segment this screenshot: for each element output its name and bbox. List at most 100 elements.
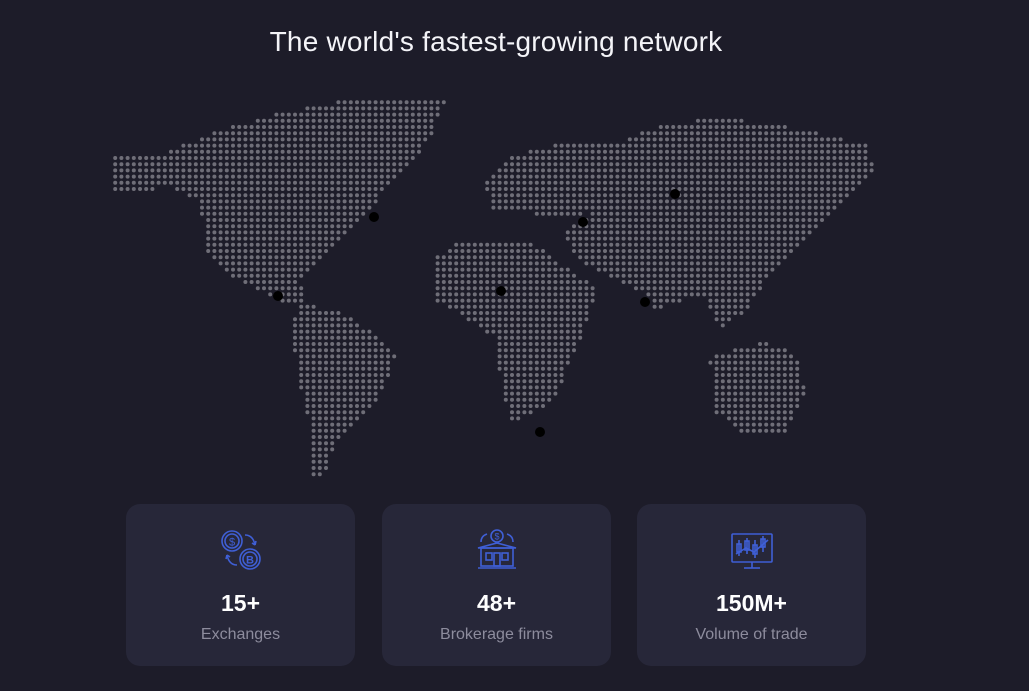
map-dot [249, 131, 254, 136]
map-dot [714, 162, 719, 167]
map-dot [379, 180, 384, 185]
map-dot [262, 180, 266, 185]
map-dot [547, 354, 552, 359]
map-dot [683, 180, 688, 185]
map-dot [708, 187, 713, 191]
map-dot [218, 218, 223, 222]
map-dot [671, 224, 676, 229]
map-dot [702, 168, 707, 173]
map-dot [677, 249, 682, 253]
map-dot [727, 311, 731, 315]
map-dot [584, 205, 589, 210]
map-dot [293, 261, 297, 266]
map-dot [745, 162, 750, 167]
map-dot [361, 379, 366, 384]
map-dot [286, 168, 291, 173]
map-dot [534, 342, 539, 346]
map-dot [386, 366, 390, 371]
map-dot [497, 323, 502, 328]
location-marker [273, 291, 283, 301]
map-dot [534, 348, 539, 353]
map-dot [764, 149, 769, 154]
map-dot [677, 143, 682, 148]
map-dot [342, 317, 347, 322]
map-dot [627, 162, 632, 167]
map-dot [485, 292, 490, 297]
map-dot [652, 168, 657, 173]
map-dot [708, 205, 713, 210]
map-dot [807, 187, 812, 191]
map-dot [317, 472, 322, 477]
map-dot [733, 286, 738, 291]
map-dot [621, 255, 626, 260]
map-dot [200, 162, 204, 167]
map-dot [534, 273, 539, 278]
map-dot [262, 224, 266, 229]
map-dot [578, 156, 583, 160]
map-dot [280, 218, 285, 222]
map-dot [528, 255, 533, 260]
map-dot [367, 131, 372, 136]
map-dot [534, 286, 539, 291]
map-dot [280, 162, 285, 167]
map-dot [714, 379, 719, 384]
map-dot [758, 180, 762, 185]
map-dot [317, 348, 322, 353]
map-dot [497, 366, 502, 371]
map-dot [572, 280, 576, 284]
map-dot [311, 174, 316, 179]
map-dot [801, 205, 806, 210]
map-dot [311, 472, 316, 477]
map-dot [460, 249, 465, 253]
map-dot [348, 199, 353, 204]
map-dot [733, 261, 738, 266]
svg-text:B: B [246, 555, 254, 567]
map-dot [262, 156, 266, 160]
map-dot [578, 180, 583, 185]
map-dot [255, 125, 260, 129]
map-dot [652, 280, 657, 284]
map-dot [224, 211, 229, 216]
map-dot [708, 218, 713, 222]
map-dot [423, 118, 428, 123]
map-dot [559, 366, 564, 371]
map-dot [268, 242, 273, 247]
map-dot [770, 199, 775, 204]
map-dot [745, 404, 750, 408]
map-dot [274, 149, 279, 154]
map-dot [770, 391, 775, 396]
map-dot [212, 168, 217, 173]
map-dot [293, 149, 297, 154]
map-dot [689, 267, 694, 272]
map-dot [125, 168, 130, 173]
map-dot [634, 205, 638, 210]
map-dot [621, 149, 626, 154]
map-dot [491, 304, 496, 309]
map-dot [212, 236, 217, 241]
map-dot [671, 242, 676, 247]
map-dot [578, 280, 583, 284]
map-dot [212, 249, 217, 253]
map-dot [268, 187, 273, 191]
map-dot [727, 149, 731, 154]
map-dot [553, 360, 558, 365]
map-dot [534, 335, 539, 340]
map-dot [857, 162, 862, 167]
map-dot [317, 335, 322, 340]
map-dot [739, 416, 744, 421]
map-dot [503, 205, 508, 210]
map-dot [739, 224, 744, 229]
map-dot [187, 156, 192, 160]
map-dot [510, 199, 514, 204]
map-dot [776, 230, 781, 235]
map-dot [578, 211, 583, 216]
map-dot [720, 125, 725, 129]
map-dot [720, 218, 725, 222]
map-dot [789, 187, 793, 191]
map-dot [652, 143, 657, 148]
map-dot [293, 280, 297, 284]
map-dot [776, 261, 781, 266]
map-dot [627, 230, 632, 235]
map-dot [305, 230, 310, 235]
map-dot [733, 149, 738, 154]
